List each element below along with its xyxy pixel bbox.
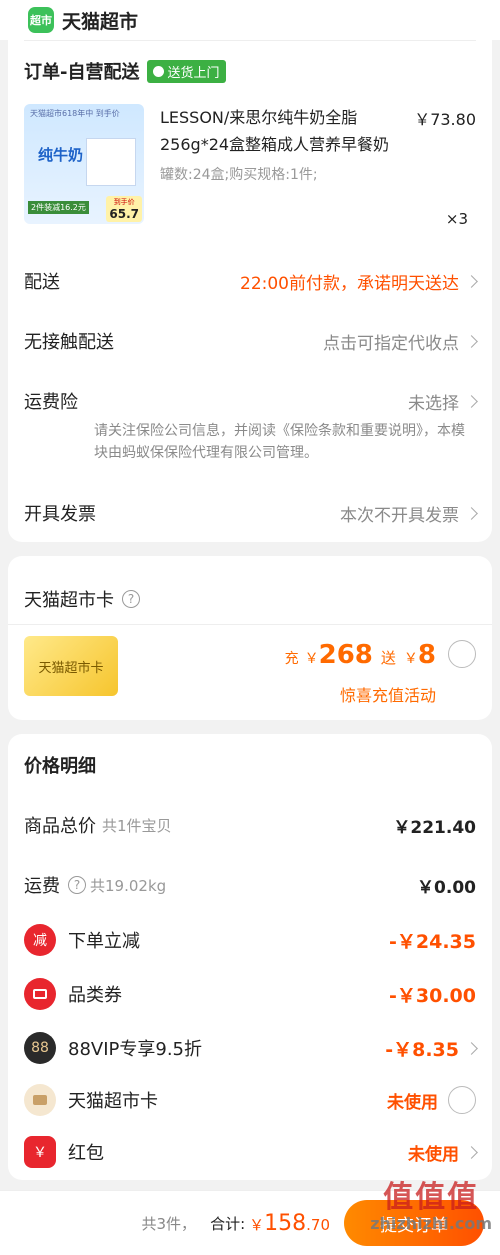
discount-icon: 减	[24, 924, 56, 956]
vip-discount-row[interactable]: 88 88VIP专享9.5折 -￥8.35	[24, 1032, 478, 1064]
total-price: ￥ 158 .70	[249, 1210, 330, 1236]
coupon-icon	[24, 978, 56, 1010]
product-image[interactable]: 天猫超市618年中 到手价 纯牛奶 2件装减16.2元 到手价 65.7	[24, 104, 144, 224]
product-spec: 罐数:24盒;购买规格:1件;	[160, 167, 318, 183]
supermarket-card-title: 天猫超市卡	[24, 590, 114, 611]
chevron-right-icon	[465, 274, 478, 288]
recharge-promo[interactable]: 惊喜充值活动	[340, 682, 436, 706]
supermarket-card-section: 天猫超市卡 ? 天猫超市卡 充 ￥ 268 送 ￥ 8 惊喜充值活动	[8, 556, 492, 720]
total-label: 合计:	[210, 1214, 246, 1233]
order-title: 订单-自营配送	[24, 62, 140, 83]
supermarket-card-image[interactable]: 天猫超市卡	[24, 636, 118, 696]
price-detail-title: 价格明细	[24, 756, 96, 777]
person-icon	[153, 65, 165, 77]
category-coupon-row[interactable]: 品类券 -￥30.00	[24, 978, 476, 1010]
order-card: 订单-自营配送 送货上门 天猫超市618年中 到手价 纯牛奶 2件装减16.2元…	[8, 40, 492, 542]
red-packet-row[interactable]: ￥ 红包 未使用	[24, 1136, 478, 1168]
chevron-right-icon	[465, 394, 478, 408]
tmall-super-logo: 超市	[28, 7, 54, 33]
help-icon[interactable]: ?	[122, 590, 140, 608]
page-title: 天猫超市	[62, 10, 139, 33]
product-name[interactable]: LESSON/来思尔纯牛奶全脂256g*24盒整箱成人营养早餐奶	[160, 104, 408, 158]
submit-order-button[interactable]: 提交订单	[344, 1200, 484, 1246]
shipping-insurance-row[interactable]: 运费险 未选择	[24, 388, 478, 414]
card-icon	[24, 1084, 56, 1116]
home-delivery-badge: 送货上门	[147, 59, 226, 83]
insurance-note: 请关注保险公司信息，并阅读《保险条款和重要说明》，本模块由蚂蚁保保险代理有限公司…	[94, 423, 465, 461]
shipping-fee-row: 运费 ? 共19.02kg ￥0.00	[24, 876, 476, 898]
help-icon[interactable]: ?	[68, 876, 86, 894]
price-detail-section: 价格明细 商品总价 共1件宝贝 ￥221.40 运费 ? 共19.02kg ￥0…	[8, 734, 492, 1180]
item-count: 共3件，	[141, 1214, 197, 1233]
chevron-right-icon	[465, 506, 478, 520]
chevron-right-icon	[465, 334, 478, 348]
goods-total-row: 商品总价 共1件宝贝 ￥221.40	[24, 816, 476, 838]
supercard-radio[interactable]	[448, 1086, 476, 1114]
header: 超市 天猫超市	[0, 0, 500, 40]
footer-bar: 共3件， 合计: ￥ 158 .70 提交订单	[0, 1190, 500, 1255]
product-quantity: ×3	[445, 210, 468, 228]
product-price: ￥73.80	[414, 110, 476, 129]
invoice-row[interactable]: 开具发票 本次不开具发票	[24, 500, 478, 526]
recharge-offer[interactable]: 充 ￥ 268 送 ￥ 8	[285, 640, 436, 670]
instant-discount-row[interactable]: 减 下单立减 -￥24.35	[24, 924, 476, 956]
vip88-icon: 88	[24, 1032, 56, 1064]
chevron-right-icon	[465, 1041, 478, 1055]
recharge-radio[interactable]	[448, 640, 476, 668]
red-packet-icon: ￥	[24, 1136, 56, 1168]
chevron-right-icon	[465, 1145, 478, 1159]
contactless-row[interactable]: 无接触配送 点击可指定代收点	[24, 328, 478, 354]
delivery-row[interactable]: 配送 22:00前付款，承诺明天送达	[24, 268, 478, 294]
supercard-row[interactable]: 天猫超市卡 未使用	[24, 1084, 476, 1116]
